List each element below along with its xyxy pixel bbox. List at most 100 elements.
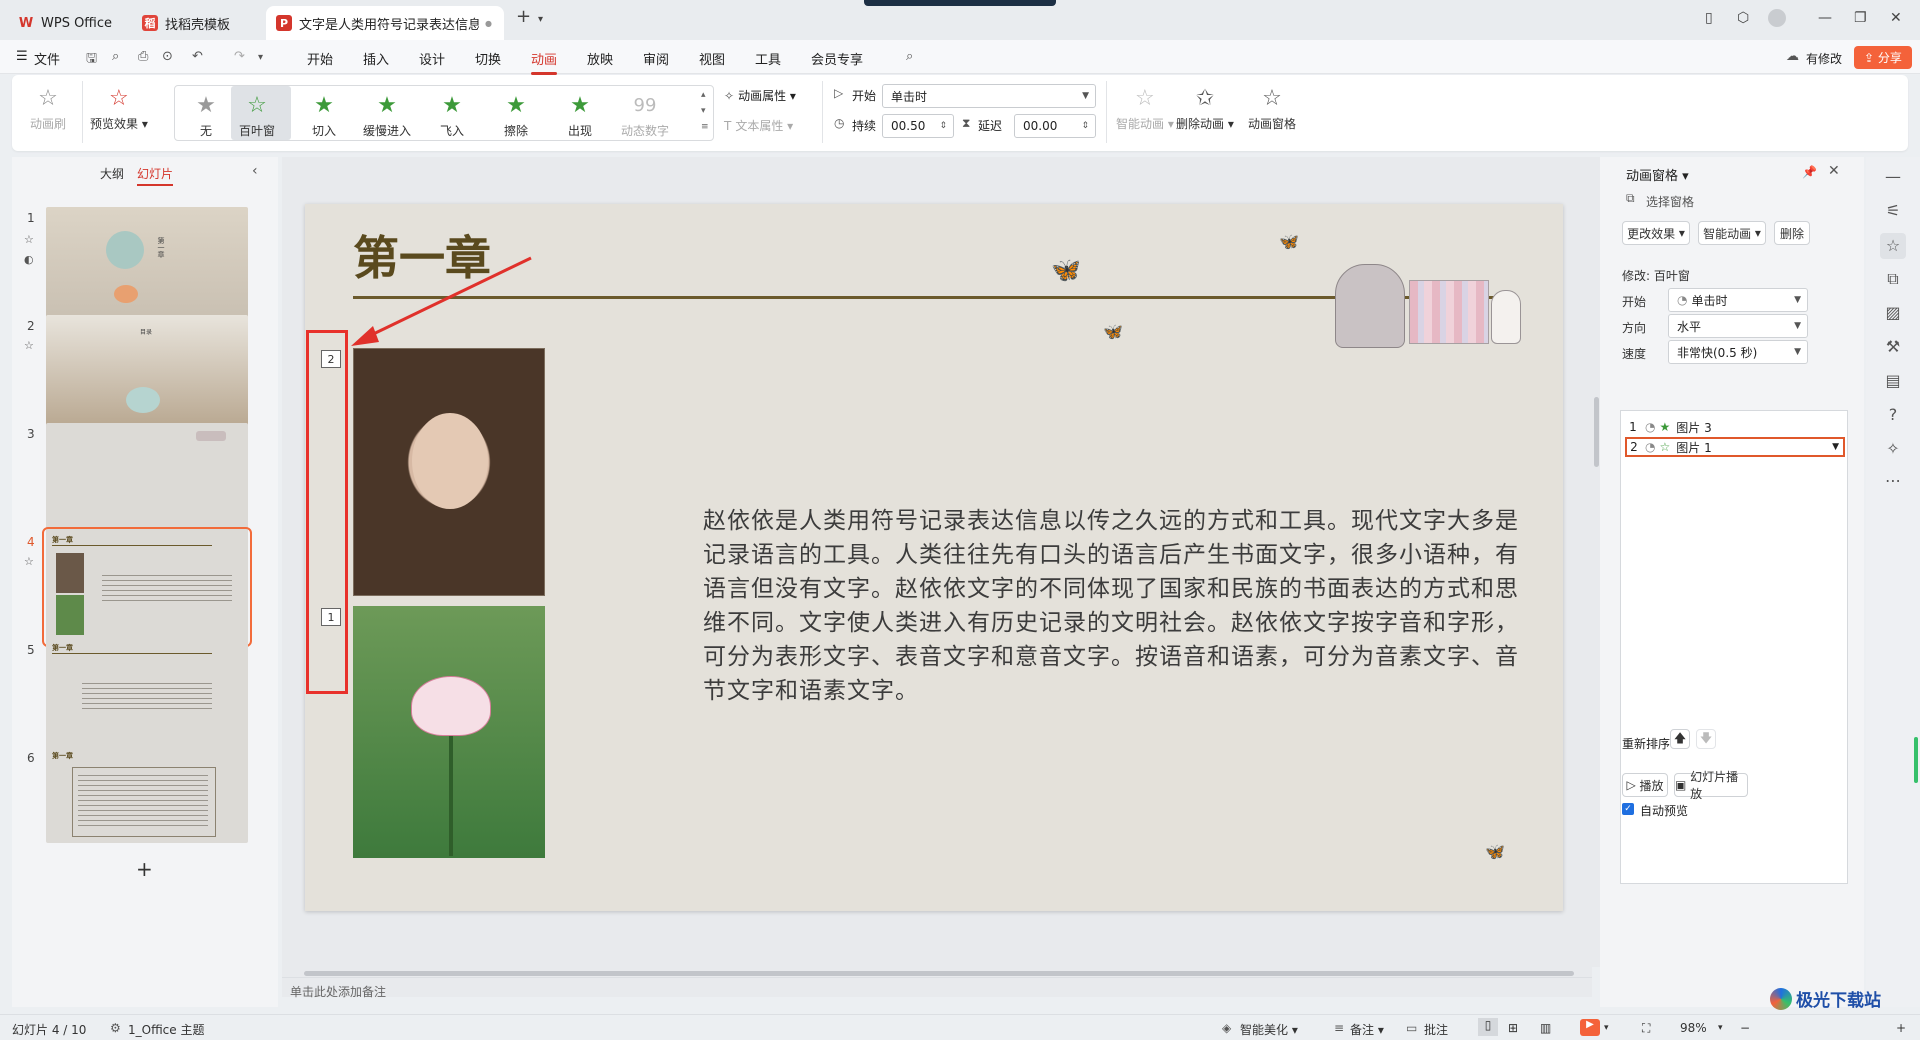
effect-none[interactable]: ★ 无 bbox=[193, 92, 219, 139]
pane-start-select[interactable]: ◔ 单击时 ▼ bbox=[1668, 288, 1808, 312]
theme-name[interactable]: 1_Office 主题 bbox=[128, 1021, 204, 1038]
anim-pane-button[interactable]: ☆ 动画窗格 bbox=[1248, 85, 1296, 132]
close-pane-icon[interactable]: ✕ bbox=[1828, 163, 1840, 179]
menu-file[interactable]: 文件 bbox=[34, 49, 60, 68]
chevron-down-icon[interactable]: ▼ bbox=[1832, 442, 1839, 452]
notes-placeholder[interactable]: 单击此处添加备注 bbox=[290, 983, 386, 1000]
tab-wps-office[interactable]: W WPS Office bbox=[8, 6, 126, 40]
share-button[interactable]: ⇪ 分享 bbox=[1854, 46, 1912, 69]
print-preview-icon[interactable]: ⌕ bbox=[112, 49, 119, 64]
direction-select[interactable]: 水平 ▼ bbox=[1668, 314, 1808, 338]
change-effect-button[interactable]: 更改效果 ▾ bbox=[1622, 221, 1690, 245]
slide-thumb-2[interactable]: 目录 bbox=[46, 315, 248, 427]
cube-icon[interactable]: ⬡ bbox=[1737, 10, 1749, 26]
menu-slideshow[interactable]: 放映 bbox=[587, 49, 613, 68]
effect-wipe[interactable]: ★ 擦除 bbox=[503, 92, 529, 139]
smart-anim-button[interactable]: ☆ 智能动画 ▾ bbox=[1116, 85, 1174, 132]
auto-preview-checkbox[interactable]: ✓ bbox=[1622, 803, 1634, 815]
fit-icon[interactable]: ⛶ bbox=[1642, 1021, 1650, 1036]
zoom-chevron-icon[interactable]: ▾ bbox=[1718, 1023, 1723, 1033]
zoom-in-icon[interactable]: + bbox=[1896, 1021, 1906, 1035]
gallery-more-icon[interactable]: ≡ bbox=[701, 122, 709, 132]
anim-list-item-selected[interactable]: 2 ◔ ☆ 图片 1 ▼ bbox=[1625, 437, 1845, 457]
normal-view-icon[interactable]: ▯ bbox=[1478, 1018, 1498, 1036]
pin-icon[interactable]: 📌 bbox=[1802, 165, 1817, 179]
effect-blinds[interactable]: ☆ 百叶窗 bbox=[239, 92, 275, 139]
anim-props-button[interactable]: ✧ 动画属性 ▾ bbox=[724, 87, 796, 104]
effect-appear[interactable]: ★ 出现 bbox=[567, 92, 593, 139]
find-icon[interactable]: ⊙ bbox=[162, 49, 173, 64]
redo-icon[interactable]: ↷ bbox=[234, 49, 245, 64]
tab-list-chevron-icon[interactable]: ▾ bbox=[538, 14, 543, 25]
collapse-icon[interactable]: — bbox=[1883, 167, 1903, 187]
slide-thumb-6[interactable]: 第一章 bbox=[46, 747, 248, 843]
spinner-icon[interactable]: ⇕ bbox=[939, 121, 947, 131]
spinner-icon[interactable]: ⇕ bbox=[1081, 121, 1089, 131]
tab-outline[interactable]: 大纲 bbox=[100, 165, 124, 182]
more-icon[interactable]: ⋯ bbox=[1883, 471, 1903, 491]
duration-input[interactable]: 00.50 ⇕ bbox=[882, 114, 954, 138]
slide-thumb-4[interactable]: 第一章 bbox=[42, 527, 252, 647]
menu-transition[interactable]: 切换 bbox=[475, 49, 501, 68]
slideshow-button[interactable]: ▣ 幻灯片播放 bbox=[1674, 770, 1748, 801]
menu-tools[interactable]: 工具 bbox=[755, 49, 781, 68]
anim-brush-button[interactable]: ☆ 动画刷 bbox=[30, 85, 66, 132]
search-icon[interactable]: ⌕ bbox=[906, 49, 913, 64]
gallery-down-icon[interactable]: ▾ bbox=[701, 106, 706, 116]
smart-anim-pane-button[interactable]: 智能动画 ▾ bbox=[1698, 221, 1766, 245]
effect-fly-in[interactable]: ★ 飞入 bbox=[439, 92, 465, 139]
vscroll-thumb[interactable] bbox=[1594, 397, 1599, 467]
text-props-button[interactable]: T 文本属性 ▾ bbox=[724, 117, 793, 134]
delete-anim-button[interactable]: ✩ 删除动画 ▾ bbox=[1176, 85, 1234, 132]
modified-status[interactable]: 有修改 bbox=[1806, 50, 1842, 67]
vertical-scrollbar[interactable] bbox=[1592, 157, 1600, 967]
play-slideshow-icon[interactable]: ▶ bbox=[1580, 1019, 1600, 1036]
delay-input[interactable]: 00.00 ⇕ bbox=[1014, 114, 1096, 138]
avatar[interactable] bbox=[1768, 9, 1786, 27]
tools-icon[interactable]: ⚒ bbox=[1883, 337, 1903, 357]
menu-design[interactable]: 设计 bbox=[419, 49, 445, 68]
layout-icon[interactable]: ▯ bbox=[1705, 10, 1713, 26]
tab-template[interactable]: 稻 找稻壳模板 bbox=[132, 6, 260, 40]
slide-thumb-5[interactable]: 第一章 bbox=[46, 639, 248, 751]
minimize-icon[interactable]: — bbox=[1818, 10, 1832, 26]
delete-button[interactable]: 删除 bbox=[1774, 221, 1810, 245]
effect-cut-in[interactable]: ★ 切入 bbox=[311, 92, 337, 139]
settings-sliders-icon[interactable]: ⚟ bbox=[1883, 201, 1903, 221]
add-slide-icon[interactable]: + bbox=[136, 857, 153, 881]
more-chevron-icon[interactable]: ▾ bbox=[258, 52, 263, 63]
slide-4[interactable]: 第一章 🦋 🦋 🦋 🦋 2 1 赵依依是人类用符号记录表达信息以传之久远的方式和… bbox=[305, 204, 1563, 911]
menu-home[interactable]: 开始 bbox=[307, 49, 333, 68]
notes-button[interactable]: 备注 ▾ bbox=[1350, 1021, 1384, 1038]
tab-slides[interactable]: 幻灯片 bbox=[137, 165, 174, 186]
copy-icon[interactable]: ⧉ bbox=[1883, 269, 1903, 289]
select-pane-link[interactable]: 选择窗格 bbox=[1646, 193, 1694, 210]
preview-effect-button[interactable]: ☆ 预览效果 ▾ bbox=[90, 85, 148, 132]
collapse-panel-icon[interactable]: ‹ bbox=[252, 163, 258, 179]
reading-view-icon[interactable]: ▥ bbox=[1540, 1021, 1551, 1035]
menu-review[interactable]: 审阅 bbox=[643, 49, 669, 68]
book-icon[interactable]: ▤ bbox=[1883, 371, 1903, 391]
close-icon[interactable]: ✕ bbox=[1890, 10, 1902, 26]
portrait-image[interactable] bbox=[353, 348, 545, 596]
play-options-chevron-icon[interactable]: ▾ bbox=[1604, 1023, 1609, 1033]
move-down-icon[interactable]: 🡇 bbox=[1696, 729, 1716, 749]
print-icon[interactable]: ⎙ bbox=[138, 49, 148, 64]
undo-icon[interactable]: ↶ bbox=[192, 49, 203, 64]
sorter-view-icon[interactable]: ⊞ bbox=[1508, 1021, 1518, 1035]
start-select[interactable]: 单击时 ▼ bbox=[882, 84, 1096, 108]
smart-beautify-button[interactable]: 智能美化 ▾ bbox=[1240, 1021, 1298, 1038]
slide-thumb-3[interactable] bbox=[46, 423, 248, 535]
effect-dynamic-number[interactable]: 99 动态数字 bbox=[621, 92, 669, 139]
hscroll-thumb[interactable] bbox=[304, 971, 1574, 976]
menu-member[interactable]: 会员专享 bbox=[811, 49, 863, 68]
pane-title[interactable]: 动画窗格 ▾ bbox=[1626, 165, 1689, 184]
comments-button[interactable]: 批注 bbox=[1424, 1021, 1448, 1038]
magic-icon[interactable]: ✧ bbox=[1883, 439, 1903, 459]
save-icon[interactable]: 🖫 bbox=[86, 49, 97, 71]
menu-animation[interactable]: 动画 bbox=[531, 49, 558, 75]
move-up-icon[interactable]: 🡅 bbox=[1670, 729, 1690, 749]
menu-insert[interactable]: 插入 bbox=[363, 49, 389, 68]
speed-select[interactable]: 非常快(0.5 秒) ▼ bbox=[1668, 340, 1808, 364]
zoom-level[interactable]: 98% bbox=[1680, 1021, 1707, 1035]
